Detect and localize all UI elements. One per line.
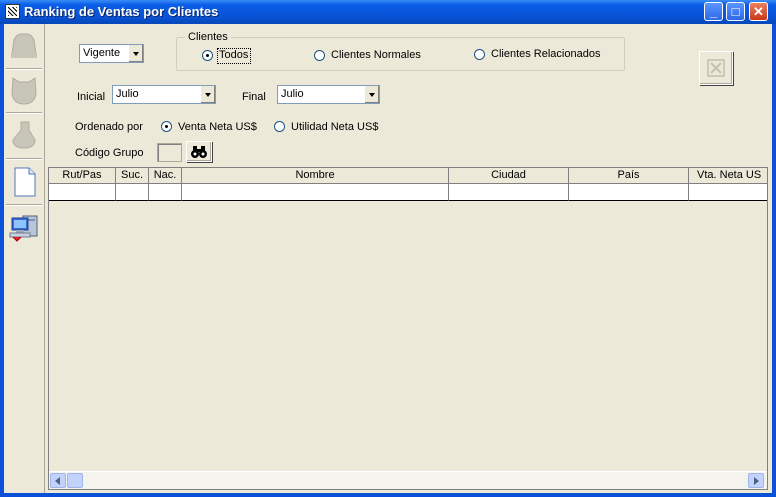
window-title: Ranking de Ventas por Clientes — [24, 4, 219, 19]
clients-legend: Clientes — [185, 31, 231, 43]
toolbar-button-2[interactable] — [7, 70, 41, 110]
clients-groupbox: Clientes Todos Clientes Normales Cliente… — [176, 31, 625, 71]
left-toolbar — [4, 24, 45, 493]
inicial-month-combo[interactable]: Julio — [112, 85, 216, 104]
search-group-button[interactable] — [186, 141, 212, 162]
title-bar[interactable]: Ranking de Ventas por Clientes _ □ ✕ — [0, 0, 776, 24]
table-cell[interactable] — [149, 184, 182, 201]
export-button[interactable] — [699, 51, 733, 85]
client-area: Vigente Clientes Todos Clientes Normales… — [4, 24, 772, 493]
table-cell[interactable] — [116, 184, 149, 201]
radio-clientes-normales-label[interactable]: Clientes Normales — [331, 49, 421, 61]
minimize-button[interactable]: _ — [704, 2, 723, 21]
column-header-nombre[interactable]: Nombre — [182, 168, 449, 184]
disabled-tool-1-icon — [11, 33, 37, 58]
inicial-month-value: Julio — [116, 88, 139, 100]
radio-clientes-normales[interactable] — [314, 50, 325, 61]
group-code-input[interactable] — [157, 143, 182, 162]
inicial-label: Inicial — [77, 91, 106, 103]
radio-utilidad-neta-label[interactable]: Utilidad Neta US$ — [291, 121, 378, 133]
column-header-vta-neta[interactable]: Vta. Neta US — [689, 168, 767, 184]
scroll-thumb[interactable] — [67, 473, 83, 488]
computer-network-icon — [9, 215, 38, 242]
chevron-down-icon[interactable] — [128, 45, 143, 62]
binoculars-icon — [191, 146, 207, 158]
order-label: Ordenado por — [75, 121, 143, 133]
chevron-down-icon[interactable] — [200, 86, 215, 103]
sales-ranking-grid[interactable]: Rut/Pas Suc. Nac. Nombre Ciudad País Vta… — [48, 167, 768, 490]
radio-todos-label[interactable]: Todos — [219, 49, 248, 61]
toolbar-button-network[interactable] — [7, 206, 41, 246]
column-header-ciudad[interactable]: Ciudad — [449, 168, 569, 184]
column-header-suc[interactable]: Suc. — [116, 168, 149, 184]
chevron-down-icon[interactable] — [364, 86, 379, 103]
radio-clientes-relacionados[interactable] — [474, 49, 485, 60]
table-cell[interactable] — [49, 184, 116, 201]
scroll-left-icon[interactable] — [50, 473, 66, 488]
table-cell[interactable] — [569, 184, 689, 201]
new-document-icon — [14, 167, 36, 197]
table-cell[interactable] — [182, 184, 449, 201]
final-month-value: Julio — [281, 88, 304, 100]
toolbar-button-1[interactable] — [7, 26, 41, 66]
radio-clientes-relacionados-label[interactable]: Clientes Relacionados — [491, 48, 600, 60]
radio-venta-neta[interactable] — [161, 121, 172, 132]
maximize-button[interactable]: □ — [726, 2, 745, 21]
toolbar-button-3[interactable] — [7, 114, 41, 154]
disabled-tool-3-icon — [12, 121, 36, 149]
status-combo[interactable]: Vigente — [79, 44, 144, 63]
column-header-nac[interactable]: Nac. — [149, 168, 182, 184]
minimize-icon: _ — [709, 4, 718, 19]
table-cell[interactable] — [689, 184, 767, 201]
final-label: Final — [242, 91, 266, 103]
radio-todos[interactable] — [202, 50, 213, 61]
toolbar-button-new[interactable] — [7, 160, 41, 200]
group-code-label: Código Grupo — [75, 147, 144, 159]
status-combo-value: Vigente — [83, 47, 121, 59]
close-button[interactable]: ✕ — [749, 2, 768, 21]
export-icon — [707, 59, 725, 77]
radio-venta-neta-label[interactable]: Venta Neta US$ — [178, 121, 257, 133]
close-icon: ✕ — [753, 4, 764, 19]
maximize-icon: □ — [731, 4, 740, 19]
app-icon[interactable] — [5, 4, 20, 19]
final-month-combo[interactable]: Julio — [277, 85, 380, 104]
horizontal-scrollbar[interactable] — [49, 471, 767, 489]
radio-utilidad-neta[interactable] — [274, 121, 285, 132]
column-header-rut[interactable]: Rut/Pas — [49, 168, 116, 184]
disabled-tool-2-icon — [11, 77, 37, 105]
table-cell[interactable] — [449, 184, 569, 201]
scroll-right-icon[interactable] — [748, 473, 764, 488]
column-header-pais[interactable]: País — [569, 168, 689, 184]
app-window: Ranking de Ventas por Clientes _ □ ✕ Vig… — [0, 0, 776, 497]
